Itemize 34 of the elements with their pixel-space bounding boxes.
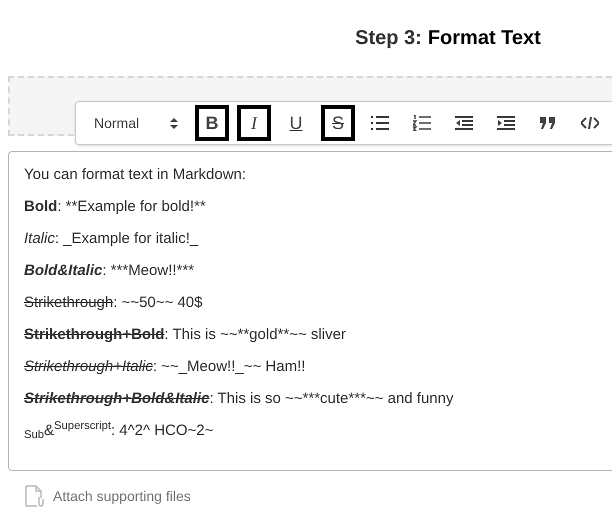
intro-text: You can format text in Markdown: bbox=[24, 166, 246, 183]
numbered-list-icon bbox=[413, 115, 431, 131]
attach-files-link[interactable]: Attach supporting files bbox=[53, 486, 191, 506]
outdent-icon bbox=[455, 116, 473, 130]
underline-button[interactable]: U bbox=[279, 105, 313, 141]
up-down-caret-icon bbox=[170, 118, 178, 128]
markdown-text: : ~~_Meow!!_~~ Ham!! bbox=[152, 358, 306, 375]
step-label: Step 3: bbox=[355, 26, 422, 51]
markdown-text: : _Example for italic!_ bbox=[54, 230, 198, 247]
markdown-text: : This is so ~~***cute***~~ and funny bbox=[209, 390, 454, 407]
formatted-label: Strikethrough bbox=[24, 294, 114, 311]
indent-icon bbox=[497, 116, 515, 130]
formatted-label: $_{Sub}$&$^{Superscript}$ bbox=[24, 422, 111, 439]
markdown-text: : 4^2^ HCO~2~ bbox=[110, 422, 214, 439]
formatted-label: Strikethrough+Italic bbox=[24, 358, 153, 375]
bullet-list-icon bbox=[371, 116, 389, 130]
formatted-label: Bold bbox=[24, 198, 58, 215]
italic-button[interactable]: I bbox=[237, 105, 271, 141]
editor-area[interactable] bbox=[8, 151, 612, 471]
markdown-text: : This is ~~**gold**~~ sliver bbox=[164, 326, 346, 343]
quote-icon bbox=[540, 117, 556, 129]
file-attachment-icon bbox=[25, 485, 45, 507]
step-title: Format Text bbox=[428, 26, 541, 51]
code-icon bbox=[581, 117, 599, 129]
strikethrough-button[interactable]: S bbox=[321, 105, 355, 141]
markdown-text: : ~~50~~ 40$ bbox=[113, 294, 202, 311]
formatted-label: Strikethrough+Bold&Italic bbox=[24, 390, 210, 407]
formatted-label: Bold&Italic bbox=[24, 262, 102, 279]
bold-button[interactable]: B bbox=[195, 105, 229, 141]
format-select[interactable]: Normal bbox=[84, 108, 186, 138]
formatted-label: Italic bbox=[24, 230, 55, 247]
markdown-text: : ***Meow!!*** bbox=[102, 262, 194, 279]
markdown-text: : **Example for bold!** bbox=[57, 198, 206, 215]
formatted-label: Strikethrough+Bold bbox=[24, 326, 164, 343]
